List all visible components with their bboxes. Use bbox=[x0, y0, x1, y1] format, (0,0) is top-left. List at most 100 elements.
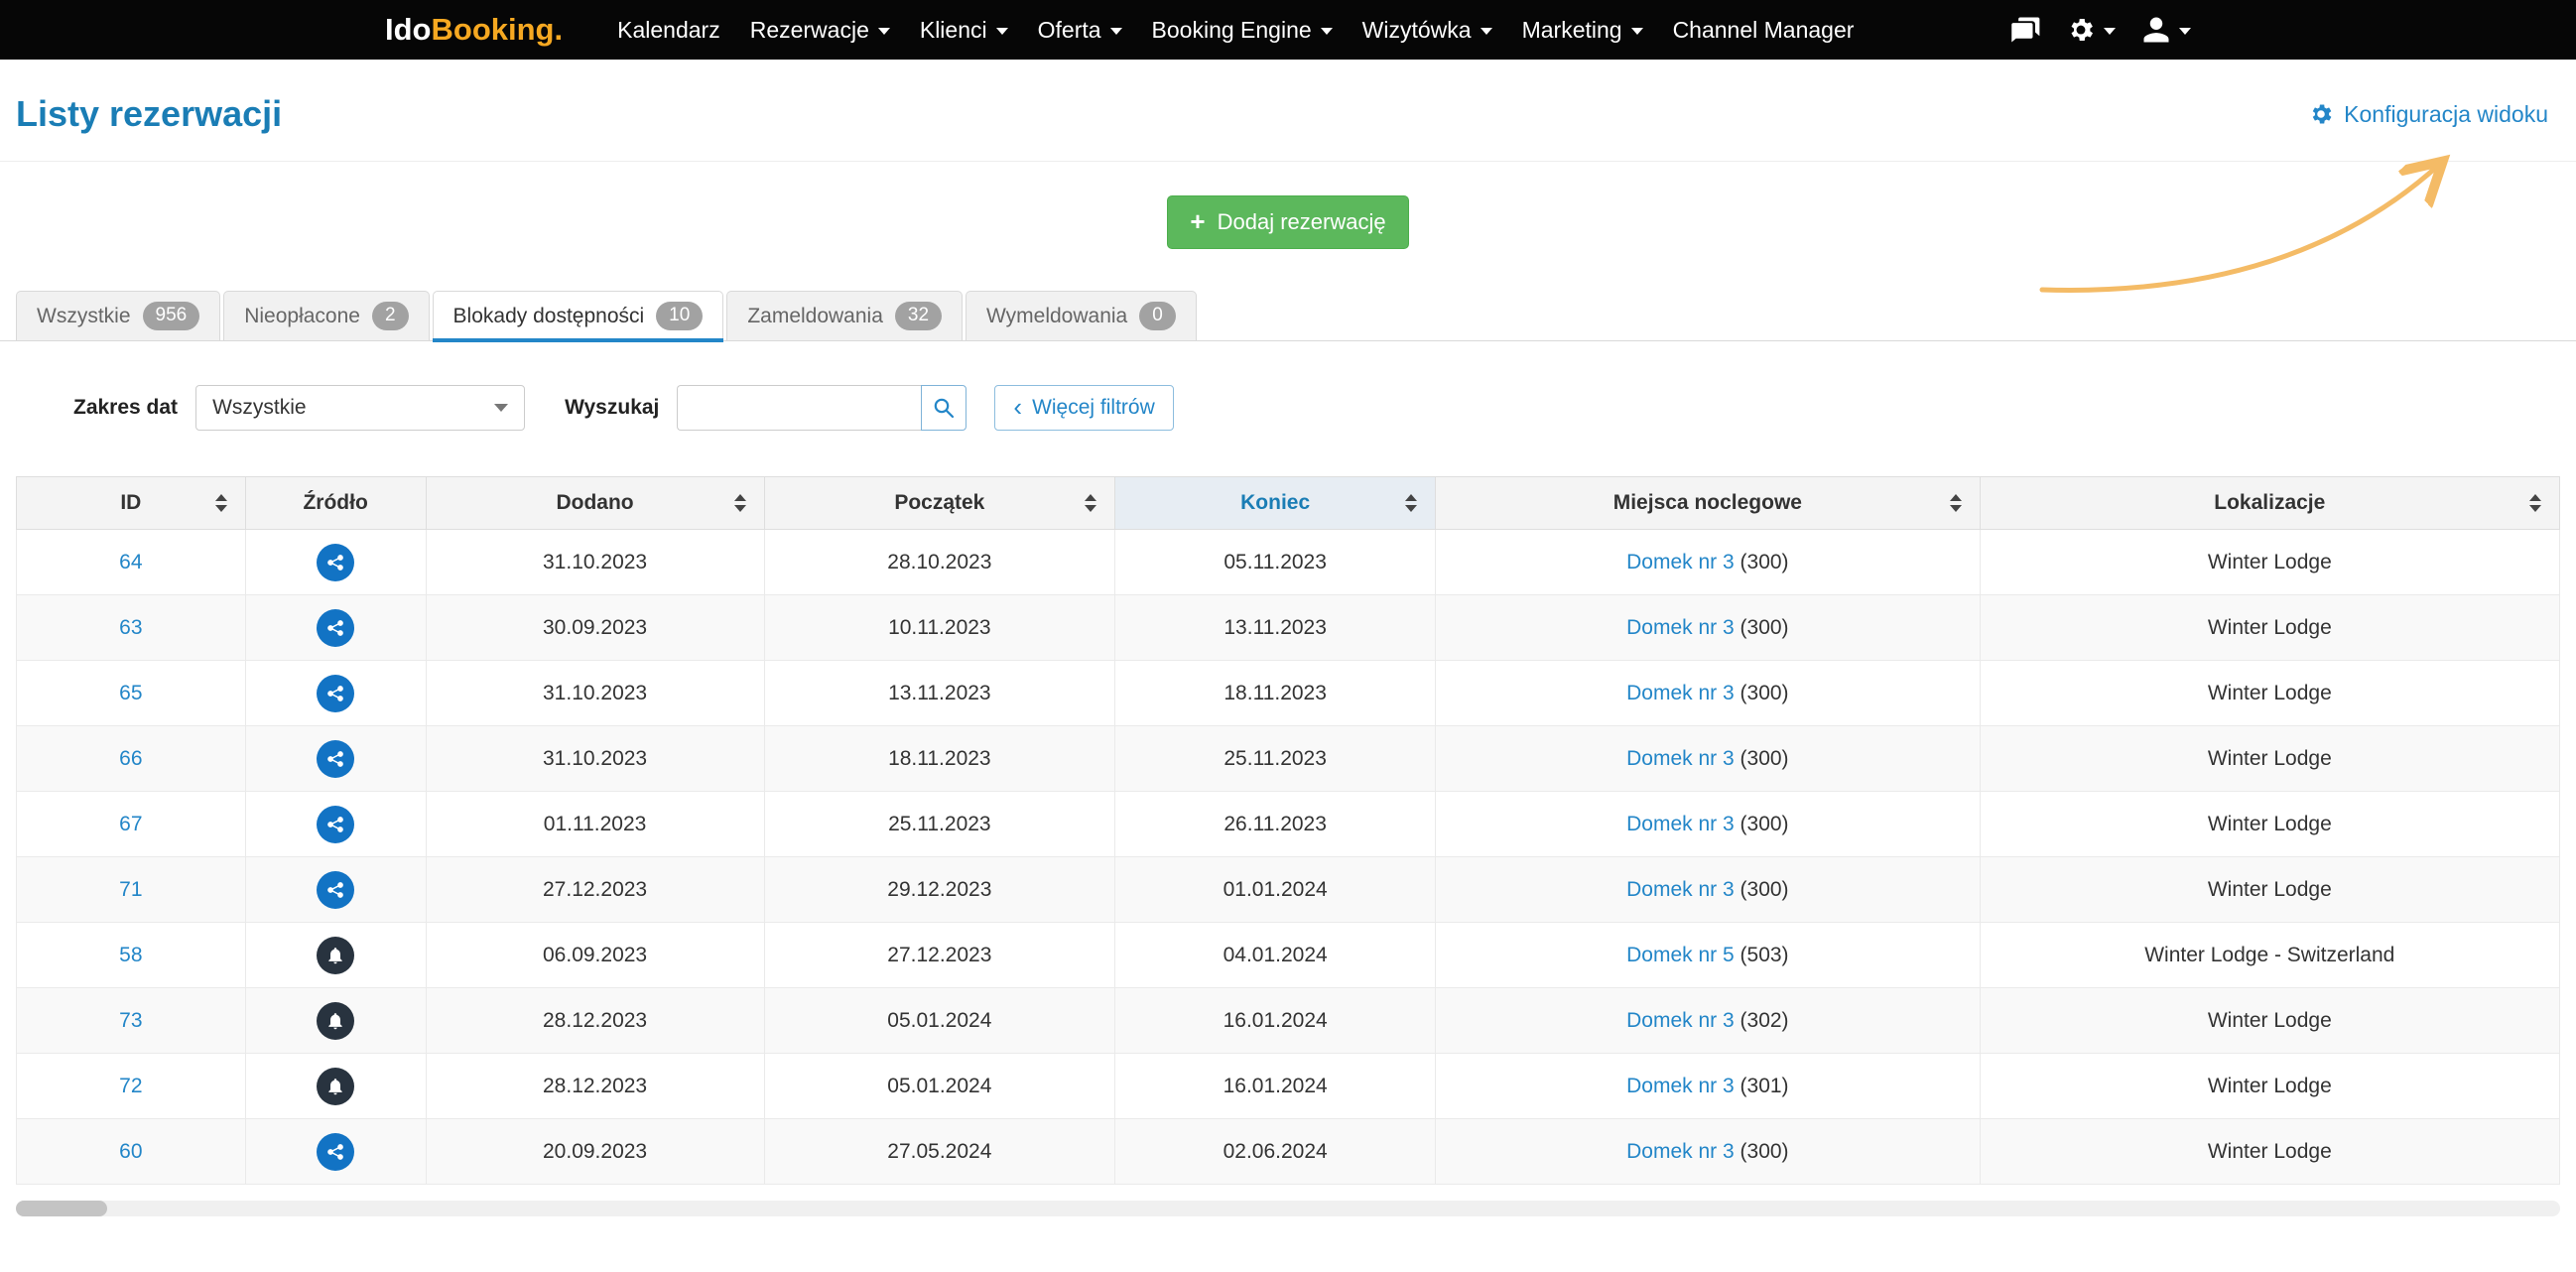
sort-icon[interactable] bbox=[2529, 494, 2541, 512]
place-link[interactable]: Domek nr 3 bbox=[1626, 747, 1735, 770]
cell-source bbox=[245, 988, 426, 1054]
search-group bbox=[677, 385, 966, 431]
table-body: 64 31.10.2023 28.10.2023 05.11.2023 Dome… bbox=[17, 530, 2560, 1185]
more-filters-label: Więcej filtrów bbox=[1032, 396, 1155, 420]
nav-menu-item[interactable]: Channel Manager bbox=[1658, 0, 1869, 60]
cell-place: Domek nr 3 (300) bbox=[1436, 661, 1980, 726]
nav-menu-item[interactable]: Marketing bbox=[1507, 0, 1658, 60]
top-navbar: IdoBooking. Kalendarz Rezerwacje Klienci bbox=[0, 0, 2576, 60]
reservation-tabs: Wszystkie 956 Nieopłacone 2 Blokady dost… bbox=[0, 291, 2576, 341]
sort-icon[interactable] bbox=[1405, 494, 1417, 512]
place-link[interactable]: Domek nr 3 bbox=[1626, 551, 1735, 573]
cell-location: Winter Lodge bbox=[1980, 661, 2559, 726]
nav-menu-item[interactable]: Oferta bbox=[1023, 0, 1137, 60]
cell-place: Domek nr 3 (300) bbox=[1436, 595, 1980, 661]
tab-count-badge: 956 bbox=[143, 302, 200, 330]
reservation-id-link[interactable]: 65 bbox=[119, 682, 142, 704]
reservation-id-link[interactable]: 71 bbox=[119, 878, 142, 901]
tab[interactable]: Wymeldowania 0 bbox=[966, 291, 1197, 340]
tab[interactable]: Zameldowania 32 bbox=[726, 291, 963, 340]
place-code: (301) bbox=[1740, 1075, 1789, 1097]
place-code: (300) bbox=[1740, 878, 1789, 901]
nav-menu-item[interactable]: Booking Engine bbox=[1137, 0, 1348, 60]
app-logo[interactable]: IdoBooking. bbox=[385, 12, 563, 48]
cell-place: Domek nr 3 (300) bbox=[1436, 1119, 1980, 1185]
column-header[interactable]: Lokalizacje bbox=[1980, 477, 2559, 530]
cell-end: 01.01.2024 bbox=[1115, 857, 1436, 923]
nav-menu-item[interactable]: Rezerwacje bbox=[735, 0, 905, 60]
chevron-down-icon bbox=[2179, 28, 2191, 35]
cell-start: 05.01.2024 bbox=[764, 988, 1115, 1054]
reservation-id-link[interactable]: 67 bbox=[119, 813, 142, 835]
nav-item-label: Booking Engine bbox=[1152, 17, 1312, 44]
table-header-row: ID Źródło Dodano Początek bbox=[17, 477, 2560, 530]
sort-icon[interactable] bbox=[734, 494, 746, 512]
column-header[interactable]: Dodano bbox=[426, 477, 764, 530]
column-header[interactable]: Źródło bbox=[245, 477, 426, 530]
column-header[interactable]: Początek bbox=[764, 477, 1115, 530]
place-link[interactable]: Domek nr 3 bbox=[1626, 1075, 1735, 1097]
chevron-left-icon bbox=[1013, 394, 1022, 422]
sort-icon[interactable] bbox=[215, 494, 227, 512]
bell-icon bbox=[317, 1068, 354, 1105]
settings-menu[interactable] bbox=[2066, 15, 2116, 45]
column-header[interactable]: Miejsca noclegowe bbox=[1436, 477, 1980, 530]
cell-added: 06.09.2023 bbox=[426, 923, 764, 988]
toolbar: Dodaj rezerwację bbox=[0, 195, 2576, 249]
tab[interactable]: Wszystkie 956 bbox=[16, 291, 220, 340]
sort-icon[interactable] bbox=[1950, 494, 1962, 512]
messages-icon[interactable] bbox=[2010, 15, 2040, 45]
date-range-select[interactable]: Wszystkie bbox=[195, 385, 525, 431]
cell-location: Winter Lodge bbox=[1980, 1119, 2559, 1185]
tab[interactable]: Nieopłacone 2 bbox=[223, 291, 429, 340]
cell-id: 71 bbox=[17, 857, 246, 923]
view-configuration-link[interactable]: Konfiguracja widoku bbox=[2308, 101, 2548, 128]
reservation-id-link[interactable]: 73 bbox=[119, 1009, 142, 1032]
cell-end: 16.01.2024 bbox=[1115, 1054, 1436, 1119]
table-row: 73 28.12.2023 05.01.2024 16.01.2024 Dome… bbox=[17, 988, 2560, 1054]
search-input[interactable] bbox=[677, 385, 921, 431]
nav-item-label: Wizytówka bbox=[1362, 17, 1472, 44]
tab[interactable]: Blokady dostępności 10 bbox=[433, 291, 724, 340]
nav-menu-item[interactable]: Kalendarz bbox=[602, 0, 735, 60]
place-link[interactable]: Domek nr 3 bbox=[1626, 1009, 1735, 1032]
place-code: (302) bbox=[1740, 1009, 1789, 1032]
cell-place: Domek nr 3 (300) bbox=[1436, 726, 1980, 792]
more-filters-button[interactable]: Więcej filtrów bbox=[994, 385, 1173, 431]
tab-count-badge: 0 bbox=[1139, 302, 1176, 330]
table-row: 71 27.12.2023 29.12.2023 01.01.2024 Dome… bbox=[17, 857, 2560, 923]
scrollbar-thumb[interactable] bbox=[16, 1201, 107, 1216]
place-link[interactable]: Domek nr 3 bbox=[1626, 813, 1735, 835]
reservation-id-link[interactable]: 63 bbox=[119, 616, 142, 639]
user-menu[interactable] bbox=[2141, 15, 2191, 45]
place-link[interactable]: Domek nr 3 bbox=[1626, 616, 1735, 639]
share-icon bbox=[317, 609, 354, 647]
place-link[interactable]: Domek nr 3 bbox=[1626, 682, 1735, 704]
place-link[interactable]: Domek nr 3 bbox=[1626, 1140, 1735, 1163]
table-row: 72 28.12.2023 05.01.2024 16.01.2024 Dome… bbox=[17, 1054, 2560, 1119]
search-button[interactable] bbox=[921, 385, 966, 431]
reservations-table-wrap: ID Źródło Dodano Początek bbox=[16, 476, 2560, 1185]
column-header[interactable]: ID bbox=[17, 477, 246, 530]
reservation-id-link[interactable]: 66 bbox=[119, 747, 142, 770]
bell-icon bbox=[317, 937, 354, 974]
reservation-id-link[interactable]: 60 bbox=[119, 1140, 142, 1163]
cell-end: 04.01.2024 bbox=[1115, 923, 1436, 988]
search-icon bbox=[932, 396, 956, 420]
cell-start: 05.01.2024 bbox=[764, 1054, 1115, 1119]
nav-menu-item[interactable]: Klienci bbox=[905, 0, 1023, 60]
reservations-table: ID Źródło Dodano Początek bbox=[16, 476, 2560, 1185]
cell-place: Domek nr 3 (300) bbox=[1436, 857, 1980, 923]
reservation-id-link[interactable]: 58 bbox=[119, 944, 142, 966]
place-link[interactable]: Domek nr 3 bbox=[1626, 878, 1735, 901]
place-code: (300) bbox=[1740, 747, 1789, 770]
horizontal-scrollbar[interactable] bbox=[16, 1201, 2560, 1216]
reservation-id-link[interactable]: 64 bbox=[119, 551, 142, 573]
place-link[interactable]: Domek nr 5 bbox=[1626, 944, 1735, 966]
cell-source bbox=[245, 661, 426, 726]
column-header[interactable]: Koniec bbox=[1115, 477, 1436, 530]
nav-menu-item[interactable]: Wizytówka bbox=[1348, 0, 1507, 60]
add-reservation-button[interactable]: Dodaj rezerwację bbox=[1167, 195, 1408, 249]
reservation-id-link[interactable]: 72 bbox=[119, 1075, 142, 1097]
sort-icon[interactable] bbox=[1085, 494, 1096, 512]
